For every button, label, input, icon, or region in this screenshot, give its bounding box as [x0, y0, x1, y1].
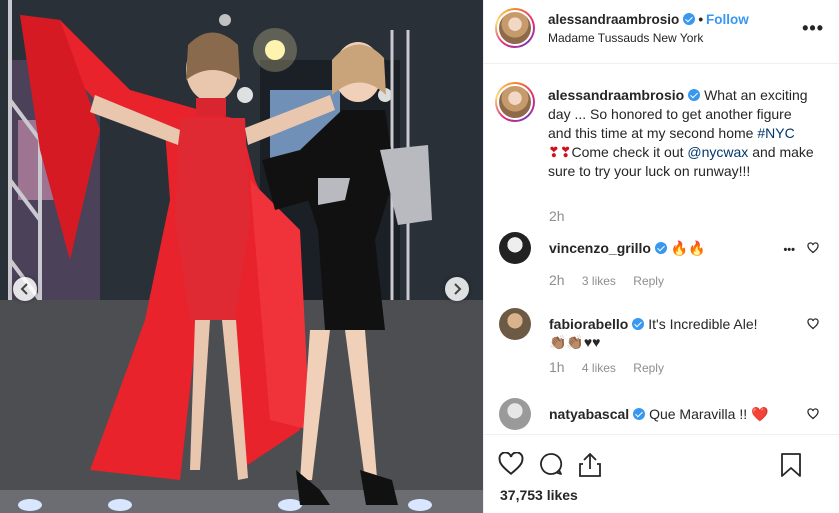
hashtag-link[interactable]: #NYC	[757, 125, 794, 141]
verified-badge-icon	[654, 242, 667, 254]
commenter-username[interactable]: vincenzo_grillo	[549, 240, 651, 256]
comment-icon[interactable]	[538, 452, 564, 476]
comment-likes[interactable]: 4 likes	[582, 361, 616, 375]
comment-text: 🔥🔥	[670, 240, 706, 256]
post-header: alessandraambrosio • Follow Madame Tussaud…	[484, 0, 839, 64]
chevron-left-icon	[20, 283, 28, 295]
separator-dot: •	[698, 12, 704, 27]
comment-time[interactable]: 2h	[549, 272, 565, 288]
comment-body: vincenzo_grillo 🔥🔥	[549, 239, 769, 257]
caption-username[interactable]: alessandraambrosio	[548, 87, 684, 103]
verified-badge-icon	[683, 13, 696, 25]
post-photo[interactable]	[0, 0, 483, 513]
caption-avatar[interactable]	[495, 82, 535, 122]
reply-button[interactable]: Reply	[633, 274, 664, 288]
commenter-avatar[interactable]	[499, 232, 531, 264]
author-username[interactable]: alessandraambrosio	[548, 12, 679, 27]
post-actions: 37,753 likes	[484, 434, 839, 513]
comment-more-icon[interactable]: •••	[783, 244, 795, 256]
bookmark-icon[interactable]	[780, 452, 802, 478]
verified-badge-icon	[688, 89, 701, 101]
post-side-panel: alessandraambrosio • Follow Madame Tussaud…	[483, 0, 839, 513]
caption-text: alessandraambrosio What an exciting day …	[548, 86, 818, 181]
commenter-username[interactable]: fabiorabello	[549, 316, 628, 332]
hearts-emoji: ❣❣	[548, 144, 572, 160]
author-avatar[interactable]	[495, 8, 535, 48]
photo-scene	[0, 0, 483, 513]
chevron-right-icon	[454, 283, 462, 295]
heart-icon[interactable]	[807, 408, 819, 420]
comment-time[interactable]: 1h	[549, 359, 565, 375]
commenter-username[interactable]: natyabascal	[549, 406, 629, 422]
comment-body: natyabascal Que Maravilla !! ❤️	[549, 405, 769, 423]
verified-badge-icon	[633, 408, 646, 420]
comment-body: fabiorabello It's Incredible Ale! 👏🏽👏🏽♥♥	[549, 315, 769, 351]
heart-icon[interactable]	[498, 452, 524, 476]
verified-badge-icon	[632, 318, 645, 330]
photo-next-button[interactable]	[445, 277, 469, 301]
heart-icon[interactable]	[807, 318, 819, 330]
mention-link[interactable]: @nycwax	[687, 144, 748, 160]
heart-icon[interactable]	[807, 242, 819, 254]
photo-prev-button[interactable]	[13, 277, 37, 301]
comments-list[interactable]: alessandraambrosio What an exciting day …	[484, 64, 839, 434]
comment-text: Que Maravilla !! ❤️	[649, 406, 769, 422]
more-options-icon[interactable]: •••	[802, 18, 824, 39]
follow-button[interactable]: Follow	[706, 12, 749, 27]
comment-meta: 1h 4 likes Reply	[549, 359, 678, 375]
likes-count[interactable]: 37,753 likes	[500, 487, 578, 503]
caption-timestamp[interactable]: 2h	[549, 208, 565, 224]
comment-meta: 2h 3 likes Reply	[549, 272, 678, 288]
author-line: alessandraambrosio • Follow	[548, 12, 749, 27]
reply-button[interactable]: Reply	[633, 361, 664, 375]
post-location[interactable]: Madame Tussauds New York	[548, 31, 703, 45]
commenter-avatar[interactable]	[499, 398, 531, 430]
share-icon[interactable]	[578, 452, 602, 478]
caption-text-part-2: Come check it out	[571, 144, 688, 160]
comment-likes[interactable]: 3 likes	[582, 274, 616, 288]
commenter-avatar[interactable]	[499, 308, 531, 340]
